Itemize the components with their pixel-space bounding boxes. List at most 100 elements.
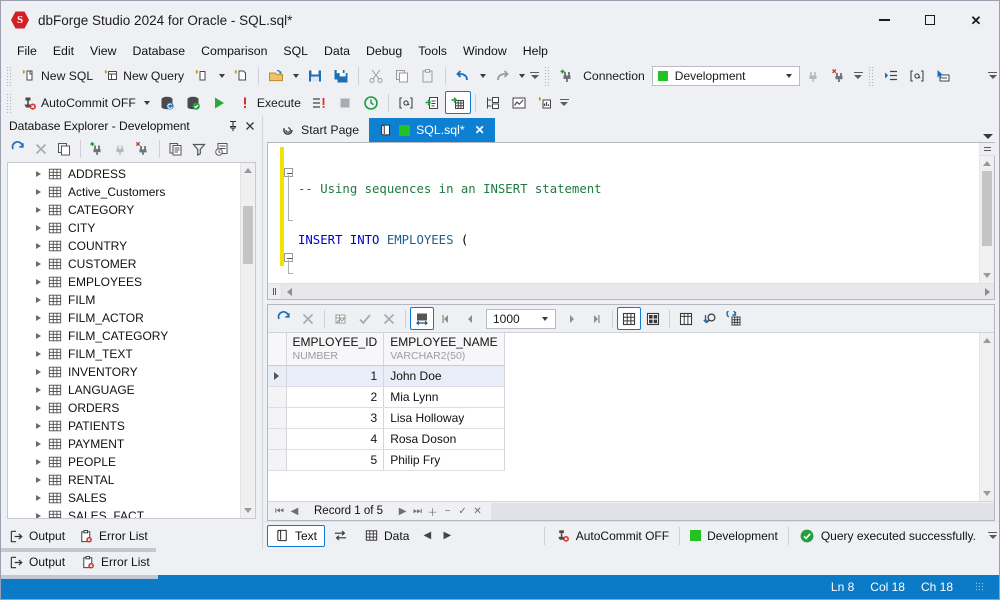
nav-last-button[interactable]: ⏭ <box>410 503 425 520</box>
connection-combobox[interactable]: Development <box>652 66 800 86</box>
expand-arrow-icon[interactable] <box>32 507 44 518</box>
expand-arrow-icon[interactable] <box>32 201 44 219</box>
execution-toolbar-grip[interactable] <box>6 93 13 113</box>
cell-employee-id[interactable]: 5 <box>286 450 384 471</box>
menu-file[interactable]: File <box>9 41 45 61</box>
tree-node-people[interactable]: PEOPLE <box>8 453 240 471</box>
toolbar-grip-connection[interactable] <box>544 66 551 86</box>
save-all-button[interactable] <box>328 64 354 87</box>
toolbar-row1-chevron[interactable] <box>986 64 999 87</box>
undo-dropdown[interactable] <box>476 64 489 87</box>
refresh-button[interactable] <box>7 138 29 160</box>
autocommit-button[interactable]: AutoCommit OFF <box>16 91 141 114</box>
expand-arrow-icon[interactable] <box>32 309 44 327</box>
tree-node-customer[interactable]: CUSTOMER <box>8 255 240 273</box>
redo-button[interactable] <box>489 64 515 87</box>
result-tab-data[interactable]: Data <box>356 525 417 547</box>
expand-arrow-icon[interactable] <box>32 435 44 453</box>
tree-node-film[interactable]: FILM <box>8 291 240 309</box>
grid-first-page-button[interactable] <box>434 307 458 330</box>
nav-add-button[interactable]: ＋ <box>425 503 440 520</box>
expand-arrow-icon[interactable] <box>32 453 44 471</box>
tree-node-employees[interactable]: EMPLOYEES <box>8 273 240 291</box>
tree-node-orders[interactable]: ORDERS <box>8 399 240 417</box>
find-data-button[interactable] <box>698 307 722 330</box>
result-tabs-next-button[interactable]: ▶ <box>437 527 457 544</box>
open-file-dropdown[interactable] <box>289 64 302 87</box>
editor-scroll-left-button[interactable] <box>282 284 296 299</box>
tree-node-city[interactable]: CITY <box>8 219 240 237</box>
execution-plan-button[interactable] <box>480 91 506 114</box>
fetch-rows-combobox[interactable]: 1000 <box>486 309 556 329</box>
grid-export-button[interactable] <box>329 307 353 330</box>
menu-window[interactable]: Window <box>455 41 515 61</box>
new-query-button[interactable]: New Query <box>98 64 189 87</box>
execution-history-button[interactable] <box>358 91 384 114</box>
cell-employee-name[interactable]: Rosa Doson <box>384 429 504 450</box>
editor-vertical-scrollbar[interactable] <box>979 143 994 283</box>
output-tab[interactable]: Output <box>9 529 65 544</box>
expand-arrow-icon[interactable] <box>32 183 44 201</box>
menu-data[interactable]: Data <box>316 41 358 61</box>
cell-employee-id[interactable]: 3 <box>286 408 384 429</box>
close-connection-button[interactable] <box>826 64 852 87</box>
expand-arrow-icon[interactable] <box>32 345 44 363</box>
connection-dropdown-arrow[interactable] <box>781 67 797 85</box>
status-connection[interactable]: Development <box>680 529 788 543</box>
column-header-employee-name[interactable]: EMPLOYEE_NAME VARCHAR2(50) <box>384 333 504 366</box>
expand-arrow-icon[interactable] <box>32 291 44 309</box>
cell-employee-name[interactable]: Mia Lynn <box>384 387 504 408</box>
expand-arrow-icon[interactable] <box>32 489 44 507</box>
row-indicator[interactable] <box>268 429 286 450</box>
tree-vertical-scrollbar[interactable] <box>240 163 255 518</box>
error-list-tab[interactable]: Error List <box>79 529 148 544</box>
card-view-button[interactable] <box>641 307 665 330</box>
expand-arrow-icon[interactable] <box>32 417 44 435</box>
expand-arrow-icon[interactable] <box>32 273 44 291</box>
cell-employee-id[interactable]: 4 <box>286 429 384 450</box>
cell-employee-id[interactable]: 2 <box>286 387 384 408</box>
new-object-dropdown[interactable] <box>215 64 228 87</box>
row-indicator[interactable] <box>268 450 286 471</box>
expand-arrow-icon[interactable] <box>32 399 44 417</box>
table-row[interactable]: 1John Doe <box>268 366 504 387</box>
new-sql-button[interactable]: New SQL <box>16 64 98 87</box>
new-connection-button[interactable] <box>554 64 580 87</box>
query-parameters-button[interactable] <box>393 91 419 114</box>
expand-arrow-icon[interactable] <box>32 381 44 399</box>
row-indicator[interactable] <box>268 387 286 408</box>
results-to-text-button[interactable] <box>419 91 445 114</box>
toolbar-grip-extra[interactable] <box>868 66 875 86</box>
document-tab-dropdown-icon[interactable] <box>983 134 993 139</box>
execution-toolbar-overflow-button[interactable] <box>558 91 571 114</box>
database-tree[interactable]: ADDRESSActive_CustomersCATEGORYCITYCOUNT… <box>7 162 256 519</box>
new-connection-explorer-button[interactable] <box>86 138 108 160</box>
save-button[interactable] <box>302 64 328 87</box>
menu-view[interactable]: View <box>82 41 124 61</box>
pin-icon[interactable] <box>224 118 241 135</box>
tree-scroll-up-button[interactable] <box>241 163 256 178</box>
tree-node-rental[interactable]: RENTAL <box>8 471 240 489</box>
delete-button[interactable] <box>30 138 52 160</box>
run-button[interactable] <box>206 91 232 114</box>
cell-employee-name[interactable]: Philip Fry <box>384 450 504 471</box>
editor-hsplit-button[interactable] <box>268 284 282 299</box>
format-sql-button[interactable] <box>878 64 904 87</box>
editor-folding-margin[interactable] <box>280 143 298 283</box>
result-tab-text[interactable]: Text <box>267 525 325 547</box>
grid-revert-button[interactable] <box>377 307 401 330</box>
tab-start-page[interactable]: Start Page <box>271 118 369 142</box>
regenerate-script-button[interactable] <box>722 307 746 330</box>
tree-scroll-thumb[interactable] <box>243 206 253 264</box>
menu-comparison[interactable]: Comparison <box>193 41 275 61</box>
expand-arrow-icon[interactable] <box>32 471 44 489</box>
close-panel-icon[interactable] <box>241 118 258 135</box>
grid-vertical-scrollbar[interactable] <box>979 333 994 501</box>
history-button[interactable] <box>211 138 233 160</box>
menu-sql[interactable]: SQL <box>275 41 316 61</box>
results-status-overflow-button[interactable] <box>986 524 999 547</box>
toolbar1-overflow-button[interactable] <box>528 64 541 87</box>
tree-node-sales_fact[interactable]: SALES_FACT <box>8 507 240 518</box>
tree-node-film_category[interactable]: FILM_CATEGORY <box>8 327 240 345</box>
nav-post-button[interactable]: ✓ <box>455 503 470 520</box>
